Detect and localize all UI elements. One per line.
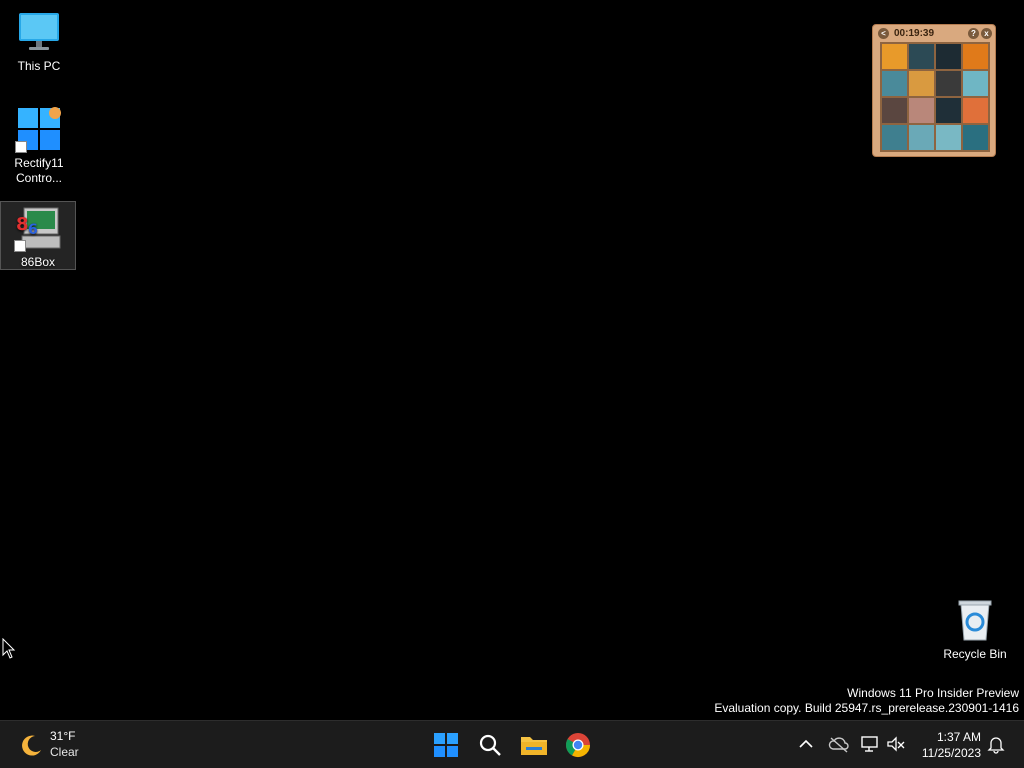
puzzle-tile[interactable] xyxy=(962,97,989,124)
cloud-offline-icon xyxy=(828,737,849,753)
chrome-button[interactable] xyxy=(560,727,596,763)
puzzle-tile[interactable] xyxy=(935,97,962,124)
chevron-up-icon xyxy=(799,739,813,748)
bell-icon xyxy=(987,737,1005,754)
search-icon xyxy=(479,734,501,756)
onedrive-tray[interactable] xyxy=(828,734,849,754)
taskbar-clock[interactable]: 1:37 AM 11/25/2023 xyxy=(922,729,981,761)
puzzle-tile[interactable] xyxy=(881,70,908,97)
puzzle-tile[interactable] xyxy=(881,43,908,70)
clock-date: 11/25/2023 xyxy=(921,746,981,760)
desktop-icon-label: Rectify11 Contro... xyxy=(14,156,64,185)
puzzle-tile[interactable] xyxy=(935,70,962,97)
watermark-edition: Windows 11 Pro Insider Preview xyxy=(847,686,1019,700)
search-button[interactable] xyxy=(472,727,508,763)
svg-text:6: 6 xyxy=(28,222,38,238)
chrome-icon xyxy=(565,733,590,758)
start-button[interactable] xyxy=(428,727,464,763)
puzzle-gadget[interactable]: < 00:19:39 ? x xyxy=(872,24,996,157)
puzzle-tile[interactable] xyxy=(908,43,935,70)
puzzle-tile[interactable] xyxy=(962,43,989,70)
puzzle-tile[interactable] xyxy=(908,124,935,151)
close-icon[interactable]: x xyxy=(981,28,992,39)
rectify11-icon xyxy=(15,105,63,153)
weather-condition: Clear xyxy=(50,745,79,759)
desktop-icon-recycle-bin[interactable]: Recycle Bin xyxy=(937,596,1013,662)
desktop-icon-label: 86Box xyxy=(20,255,56,269)
network-icon xyxy=(861,736,878,752)
desktop-icon-label: This PC xyxy=(17,59,61,73)
windows-watermark: Windows 11 Pro Insider Preview Evaluatio… xyxy=(714,686,1019,716)
start-icon xyxy=(434,733,458,757)
desktop-icon-rectify11[interactable]: Rectify11 Contro... xyxy=(1,105,77,186)
back-icon[interactable]: < xyxy=(878,28,889,39)
gadget-timer: 00:19:39 xyxy=(894,28,935,39)
watermark-build: Evaluation copy. Build 25947.rs_prerelea… xyxy=(714,701,1019,715)
puzzle-tile[interactable] xyxy=(908,70,935,97)
network-tray[interactable] xyxy=(860,734,880,754)
clock-time: 1:37 AM xyxy=(936,730,981,744)
svg-text:8: 8 xyxy=(16,214,29,235)
gadget-titlebar: < 00:19:39 ? x xyxy=(875,27,993,41)
volume-muted-icon xyxy=(887,736,905,752)
puzzle-board xyxy=(880,42,990,152)
puzzle-tile[interactable] xyxy=(962,124,989,151)
file-explorer-button[interactable] xyxy=(516,727,552,763)
recycle-bin-icon xyxy=(951,596,999,644)
puzzle-tile[interactable] xyxy=(962,70,989,97)
desktop-icon-this-pc[interactable]: This PC xyxy=(1,8,77,74)
desktop-icon-label: Recycle Bin xyxy=(943,647,1007,661)
puzzle-tile[interactable] xyxy=(908,97,935,124)
desktop-icon-86box[interactable]: 8 6 86Box xyxy=(0,201,76,270)
moon-icon xyxy=(22,735,41,756)
mouse-pointer-icon xyxy=(2,637,16,665)
86box-icon: 8 6 xyxy=(14,204,62,252)
weather-temperature: 31°F xyxy=(50,729,76,743)
file-explorer-icon xyxy=(521,737,547,755)
monitor-icon xyxy=(15,8,63,56)
shortcut-arrow-icon xyxy=(15,141,27,153)
help-icon[interactable]: ? xyxy=(968,28,979,39)
show-hidden-icons-button[interactable] xyxy=(796,734,816,754)
shortcut-arrow-icon xyxy=(14,240,26,252)
volume-tray[interactable] xyxy=(886,734,906,754)
notifications-button[interactable] xyxy=(986,734,1006,754)
puzzle-tile[interactable] xyxy=(881,124,908,151)
taskbar: 31°F Clear 1:37 AM 11/25/2023 xyxy=(0,720,1024,768)
puzzle-tile[interactable] xyxy=(935,43,962,70)
puzzle-tile[interactable] xyxy=(935,124,962,151)
puzzle-tile[interactable] xyxy=(881,97,908,124)
